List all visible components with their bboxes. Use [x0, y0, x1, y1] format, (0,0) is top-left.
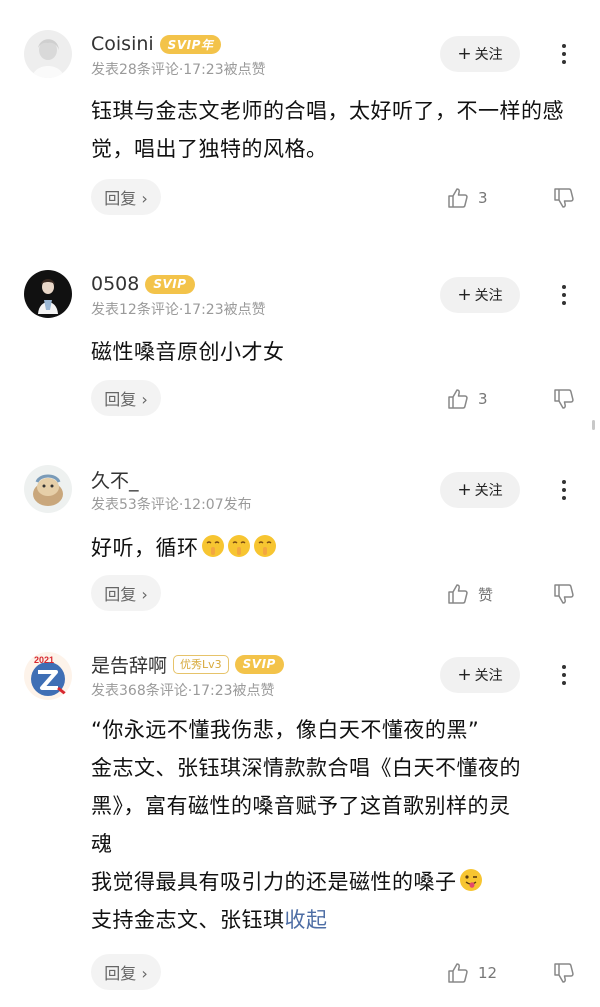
more-options-icon[interactable] — [552, 478, 576, 502]
shush-emoji-icon — [201, 535, 224, 557]
plus-icon: + — [457, 284, 472, 305]
comment-text: 好听，循环 — [91, 529, 581, 567]
more-options-icon[interactable] — [552, 283, 576, 307]
more-options-icon[interactable] — [552, 42, 576, 66]
svip-badge[interactable]: SVIP年 — [159, 34, 222, 54]
scrollbar-thumb[interactable] — [592, 420, 595, 430]
comment-line: “你永远不懂我伤悲，像白天不懂夜的黑” — [91, 718, 480, 742]
like-count: 赞 — [478, 585, 494, 604]
name-row: 久不_ — [91, 466, 139, 493]
comment-item: 0508 SVIP 发表12条评论·17:23被点赞 + 关注 磁性嗓音原创小才… — [0, 240, 600, 440]
comment-meta: 发表368条评论·17:23被点赞 — [91, 683, 275, 699]
plus-icon: + — [457, 664, 472, 685]
plus-icon: + — [457, 43, 472, 64]
comment-text: “你永远不懂我伤悲，像白天不懂夜的黑” 金志文、张钰琪深情款款合唱《白天不懂夜的… — [91, 711, 581, 939]
thumbs-up-icon — [448, 389, 468, 409]
like-count: 12 — [478, 964, 498, 982]
follow-button[interactable]: + 关注 — [440, 277, 520, 313]
reply-button[interactable]: 回复 › — [91, 954, 161, 990]
dislike-button[interactable] — [552, 961, 576, 985]
level-badge[interactable]: 优秀Lv3 — [173, 654, 229, 674]
avatar[interactable] — [24, 30, 72, 78]
comment-line: 钰琪与金志文老师的合唱，太好听了，不一样的感觉，唱出了独特的风格。 — [91, 99, 564, 161]
follow-label: 关注 — [474, 288, 503, 304]
follow-button[interactable]: + 关注 — [440, 657, 520, 693]
shush-emoji-icon — [227, 535, 250, 557]
comment-line: 磁性嗓音原创小才女 — [91, 340, 285, 364]
comment-line: 黑》，富有磁性的嗓音赋予了这首歌别样的灵 — [91, 794, 511, 818]
comment-line: 好听，循环 — [91, 536, 199, 560]
comment-text: 磁性嗓音原创小才女 — [91, 333, 581, 371]
avatar-image: 2021 — [24, 652, 72, 700]
comment-item: 2021 是告辞啊 优秀Lv3 SVIP 发表368条评论·17:23被点赞 +… — [0, 630, 600, 1007]
more-options-icon[interactable] — [552, 663, 576, 687]
avatar[interactable] — [24, 465, 72, 513]
avatar[interactable] — [24, 270, 72, 318]
comment-line: 我觉得最具有吸引力的还是磁性的嗓子 — [91, 870, 457, 894]
comment-line: 金志文、张钰琪深情款款合唱《白天不懂夜的 — [91, 756, 521, 780]
avatar[interactable]: 2021 — [24, 652, 72, 700]
reply-button[interactable]: 回复 › — [91, 179, 161, 215]
comment-line: 支持金志文、张钰琪 — [91, 908, 285, 932]
comment-meta: 发表53条评论·12:07发布 — [91, 497, 252, 513]
dislike-button[interactable] — [552, 186, 576, 210]
like-button[interactable]: 赞 — [446, 582, 493, 606]
comment-item: 久不_ 发表53条评论·12:07发布 + 关注 好听，循环 回复 › 赞 — [0, 440, 600, 630]
thumbs-up-icon — [448, 963, 468, 983]
like-count: 3 — [478, 189, 488, 207]
thumbs-down-icon — [554, 584, 574, 604]
comment-line-with-emoji: 我觉得最具有吸引力的还是磁性的嗓子 — [91, 863, 581, 901]
thumbs-up-icon — [448, 188, 468, 208]
comment-meta: 发表12条评论·17:23被点赞 — [91, 302, 266, 318]
avatar-image — [24, 30, 72, 78]
avatar-image — [24, 270, 72, 318]
avatar-image — [24, 465, 72, 513]
like-count: 3 — [478, 390, 488, 408]
comment-line: 魂 — [91, 832, 113, 856]
reply-button[interactable]: 回复 › — [91, 380, 161, 416]
dislike-button[interactable] — [552, 582, 576, 606]
username[interactable]: 是告辞啊 — [91, 651, 167, 678]
comment-item: Coisini SVIP年 发表28条评论·17:23被点赞 + 关注 钰琪与金… — [0, 0, 600, 240]
thumbs-up-icon — [448, 584, 468, 604]
name-row: 0508 SVIP — [91, 272, 195, 296]
dislike-button[interactable] — [552, 387, 576, 411]
username[interactable]: 0508 — [91, 273, 139, 295]
comment-text: 钰琪与金志文老师的合唱，太好听了，不一样的感觉，唱出了独特的风格。 — [91, 92, 581, 168]
follow-label: 关注 — [474, 47, 503, 63]
name-row: 是告辞啊 优秀Lv3 SVIP — [91, 651, 284, 678]
follow-label: 关注 — [474, 668, 503, 684]
name-row: Coisini SVIP年 — [91, 32, 222, 56]
shush-emoji-icon — [253, 535, 276, 557]
svip-badge[interactable]: SVIP — [234, 654, 284, 674]
thumbs-down-icon — [554, 188, 574, 208]
follow-button[interactable]: + 关注 — [440, 36, 520, 72]
svip-badge[interactable]: SVIP — [145, 274, 195, 294]
svg-text:2021: 2021 — [34, 655, 54, 665]
like-button[interactable]: 3 — [446, 186, 488, 210]
follow-button[interactable]: + 关注 — [440, 472, 520, 508]
like-button[interactable]: 12 — [446, 961, 497, 985]
comment-meta: 发表28条评论·17:23被点赞 — [91, 62, 266, 78]
tongue-wink-emoji-icon — [459, 869, 482, 891]
reply-button[interactable]: 回复 › — [91, 575, 161, 611]
thumbs-down-icon — [554, 389, 574, 409]
follow-label: 关注 — [474, 483, 503, 499]
username[interactable]: 久不_ — [91, 466, 139, 493]
plus-icon: + — [457, 479, 472, 500]
thumbs-down-icon — [554, 963, 574, 983]
username[interactable]: Coisini — [91, 33, 154, 55]
comment-line-with-link: 支持金志文、张钰琪收起 — [91, 901, 581, 939]
collapse-link[interactable]: 收起 — [285, 908, 328, 932]
like-button[interactable]: 3 — [446, 387, 488, 411]
